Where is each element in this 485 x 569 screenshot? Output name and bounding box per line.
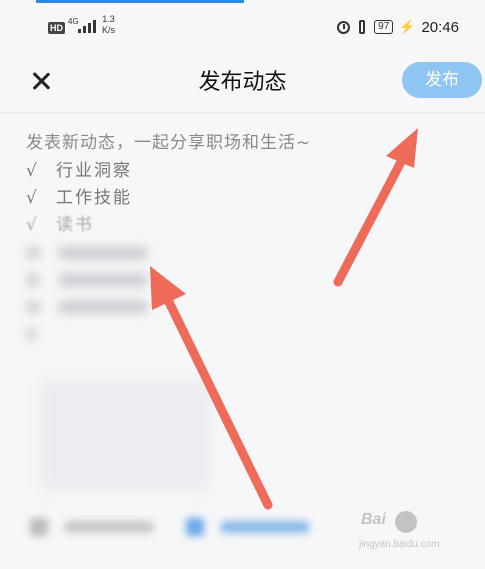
- annotation-arrow-to-editor: [150, 266, 273, 510]
- watermark-brand: Bai: [361, 511, 386, 528]
- baidu-watermark: Bai jingyan.baidu.com: [357, 509, 467, 561]
- annotation-arrows: [150, 128, 418, 510]
- paw-logo-icon: [395, 511, 417, 533]
- annotation-arrow-to-publish: [333, 128, 418, 287]
- watermark-url: jingyan.baidu.com: [359, 539, 440, 550]
